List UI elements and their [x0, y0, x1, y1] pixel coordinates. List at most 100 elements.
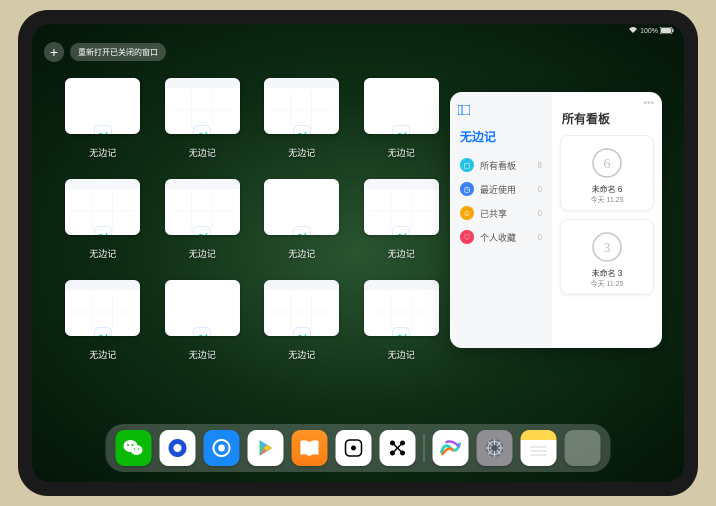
sidebar-left: 无边记 ◻ 所有看板 8 ◷ 最近使用 0 ☺ 已共享 0 ♡ 个人收藏 0 [450, 92, 552, 348]
category-label: 个人收藏 [480, 231, 516, 244]
dock [106, 424, 611, 472]
freeform-app-icon [94, 125, 112, 134]
window-label: 无边记 [189, 247, 216, 260]
board-sketch: 3 [586, 226, 628, 268]
window-card[interactable]: 无边记 [162, 179, 244, 260]
board-card[interactable]: 3 未命名 3今天 11:25 [560, 219, 654, 295]
browser-icon[interactable] [160, 430, 196, 466]
freeform-app-icon [392, 327, 410, 336]
window-card[interactable]: 无边记 [361, 78, 443, 159]
freeform-app-icon [392, 125, 410, 134]
window-label: 无边记 [189, 146, 216, 159]
freeform-app-icon [293, 327, 311, 336]
category-label: 所有看板 [480, 159, 516, 172]
window-label: 无边记 [189, 348, 216, 361]
window-card[interactable]: 无边记 [62, 78, 144, 159]
window-label: 无边记 [288, 146, 315, 159]
window-thumbnail [364, 78, 439, 134]
category-count: 0 [538, 185, 542, 194]
sidebar-toggle-icon[interactable] [458, 106, 470, 118]
category-icon: ◷ [460, 182, 474, 196]
window-card[interactable]: 无边记 [162, 280, 244, 361]
category-count: 0 [538, 209, 542, 218]
reopen-closed-window-button[interactable]: 重新打开已关闭的窗口 [70, 43, 166, 61]
window-thumbnail [165, 179, 240, 235]
sidebar-right: ••• 所有看板 6未命名 6今天 11:253未命名 3今天 11:25 [552, 92, 662, 348]
boards-title: 所有看板 [562, 110, 654, 127]
board-time: 今天 11:25 [591, 195, 624, 205]
window-thumbnail [65, 78, 140, 134]
wechat-icon[interactable] [116, 430, 152, 466]
freeform-icon[interactable] [433, 430, 469, 466]
tablet-frame: 100% + 重新打开已关闭的窗口 无边记无边记无边记无边记无边记无边记无边记无… [18, 10, 698, 496]
window-label: 无边记 [288, 348, 315, 361]
category-label: 已共享 [480, 207, 507, 220]
window-thumbnail [364, 179, 439, 235]
window-label: 无边记 [89, 247, 116, 260]
window-card[interactable]: 无边记 [261, 179, 343, 260]
window-thumbnail [165, 280, 240, 336]
window-thumbnail [65, 280, 140, 336]
notes-icon[interactable] [521, 430, 557, 466]
category-label: 最近使用 [480, 183, 516, 196]
game-icon[interactable] [336, 430, 372, 466]
board-name: 未命名 6 [591, 184, 624, 195]
window-card[interactable]: 无边记 [261, 78, 343, 159]
new-window-button[interactable]: + [44, 42, 64, 62]
freeform-sidebar-window[interactable]: 无边记 ◻ 所有看板 8 ◷ 最近使用 0 ☺ 已共享 0 ♡ 个人收藏 0 ••• 所有看板 6 未命… [450, 92, 662, 348]
window-label: 无边记 [388, 146, 415, 159]
more-icon[interactable]: ••• [643, 98, 654, 109]
svg-text:6: 6 [604, 157, 611, 172]
freeform-app-icon [193, 226, 211, 235]
freeform-app-icon [94, 327, 112, 336]
category-icon: ☺ [460, 206, 474, 220]
battery-percent: 100% [640, 28, 658, 35]
window-card[interactable]: 无边记 [162, 78, 244, 159]
dock-separator [424, 434, 425, 462]
category-icon: ◻ [460, 158, 474, 172]
board-card[interactable]: 6 未命名 6今天 11:25 [560, 135, 654, 211]
window-thumbnail [65, 179, 140, 235]
wifi-icon [628, 26, 638, 36]
window-card[interactable]: 无边记 [361, 179, 443, 260]
window-thumbnail [165, 78, 240, 134]
window-label: 无边记 [89, 146, 116, 159]
category-icon: ♡ [460, 230, 474, 244]
freeform-app-icon [193, 327, 211, 336]
board-sketch: 6 [586, 142, 628, 184]
app-group-icon[interactable] [565, 430, 601, 466]
window-card[interactable]: 无边记 [361, 280, 443, 361]
board-name: 未命名 3 [591, 268, 624, 279]
category-count: 8 [538, 161, 542, 170]
qq-browser-icon[interactable] [204, 430, 240, 466]
freeform-app-icon [293, 125, 311, 134]
sidebar-category[interactable]: ◷ 最近使用 0 [458, 177, 544, 201]
freeform-app-icon [193, 125, 211, 134]
sidebar-category[interactable]: ◻ 所有看板 8 [458, 153, 544, 177]
sidebar-category[interactable]: ♡ 个人收藏 0 [458, 225, 544, 249]
window-card[interactable]: 无边记 [261, 280, 343, 361]
window-thumbnail [364, 280, 439, 336]
sidebar-title: 无边记 [460, 128, 544, 145]
window-label: 无边记 [388, 348, 415, 361]
play-store-icon[interactable] [248, 430, 284, 466]
freeform-app-icon [293, 226, 311, 235]
category-count: 0 [538, 233, 542, 242]
freeform-app-icon [392, 226, 410, 235]
books-icon[interactable] [292, 430, 328, 466]
window-thumbnail [264, 78, 339, 134]
screen: 100% + 重新打开已关闭的窗口 无边记无边记无边记无边记无边记无边记无边记无… [32, 24, 684, 482]
graph-icon[interactable] [380, 430, 416, 466]
svg-text:3: 3 [604, 241, 611, 256]
board-time: 今天 11:25 [591, 279, 624, 289]
window-thumbnail [264, 280, 339, 336]
status-bar: 100% [32, 24, 684, 38]
window-thumbnail [264, 179, 339, 235]
window-label: 无边记 [288, 247, 315, 260]
sidebar-category[interactable]: ☺ 已共享 0 [458, 201, 544, 225]
settings-icon[interactable] [477, 430, 513, 466]
window-card[interactable]: 无边记 [62, 280, 144, 361]
freeform-app-icon [94, 226, 112, 235]
battery-icon [660, 27, 674, 36]
window-card[interactable]: 无边记 [62, 179, 144, 260]
